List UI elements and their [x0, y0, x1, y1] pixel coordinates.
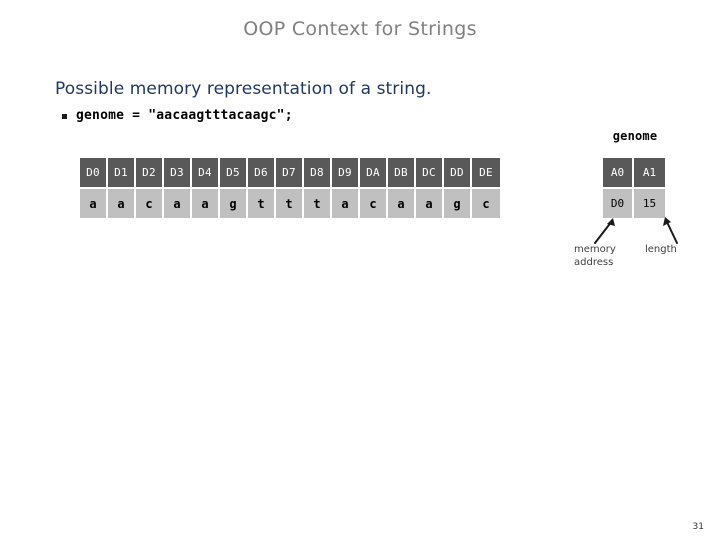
memory-address-row: D0 D1 D2 D3 D4 D5 D6 D7 D8 D9 DA DB DC D… — [80, 158, 500, 187]
memory-character-cell: a — [164, 189, 192, 218]
memory-address-cell: DD — [444, 158, 472, 187]
memory-address-cell: DE — [472, 158, 500, 187]
length-label: length — [645, 244, 677, 255]
page-title: OOP Context for Strings — [243, 18, 477, 40]
memory-address-cell: DB — [388, 158, 416, 187]
memory-character-cell: a — [80, 189, 108, 218]
object-address-cell: A0 — [603, 158, 634, 187]
square-bullet-icon — [62, 114, 67, 119]
memory-address-cell: D3 — [164, 158, 192, 187]
code-declaration: genome = "aacaagtttacaagc"; — [76, 108, 293, 123]
arrow-up-left-head — [663, 217, 671, 226]
memory-character-cell: a — [192, 189, 220, 218]
memory-character-cell: a — [416, 189, 444, 218]
object-address-cell: A1 — [634, 158, 665, 187]
object-value-row: D0 15 — [603, 187, 665, 218]
memory-address-cell: D1 — [108, 158, 136, 187]
memory-character-cell: t — [276, 189, 304, 218]
object-address-row: A0 A1 — [603, 158, 665, 187]
section-heading: Possible memory representation of a stri… — [55, 79, 432, 99]
memory-character-cell: g — [220, 189, 248, 218]
object-value-cell: D0 — [603, 189, 634, 218]
slide-canvas: OOP Context for Strings Possible memory … — [0, 0, 720, 540]
memory-address-cell: D8 — [304, 158, 332, 187]
memory-character-row: a a c a a g t t t a c a a g c — [80, 187, 500, 218]
memory-address-label: memory address — [574, 244, 616, 268]
memory-address-cell: D2 — [136, 158, 164, 187]
memory-character-cell: a — [388, 189, 416, 218]
bullet-item: genome = "aacaagtttacaagc"; — [62, 108, 293, 123]
memory-character-cell: a — [332, 189, 360, 218]
memory-address-cell: DA — [360, 158, 388, 187]
page-number: 31 — [692, 522, 704, 532]
object-value-cell: 15 — [634, 189, 665, 218]
memory-character-cell: a — [108, 189, 136, 218]
memory-address-cell: D7 — [276, 158, 304, 187]
object-table-label: genome — [612, 129, 658, 143]
memory-address-cell: D0 — [80, 158, 108, 187]
memory-address-cell: D5 — [220, 158, 248, 187]
memory-character-cell: t — [304, 189, 332, 218]
memory-address-cell: D9 — [332, 158, 360, 187]
memory-character-cell: g — [444, 189, 472, 218]
object-table: A0 A1 D0 15 — [603, 158, 665, 218]
memory-address-cell: D4 — [192, 158, 220, 187]
memory-character-cell: c — [360, 189, 388, 218]
memory-character-cell: t — [248, 189, 276, 218]
memory-address-cell: DC — [416, 158, 444, 187]
memory-character-cell: c — [472, 189, 500, 218]
memory-table: D0 D1 D2 D3 D4 D5 D6 D7 D8 D9 DA DB DC D… — [80, 158, 500, 218]
annotation-arrows — [594, 217, 678, 244]
memory-character-cell: c — [136, 189, 164, 218]
memory-address-cell: D6 — [248, 158, 276, 187]
